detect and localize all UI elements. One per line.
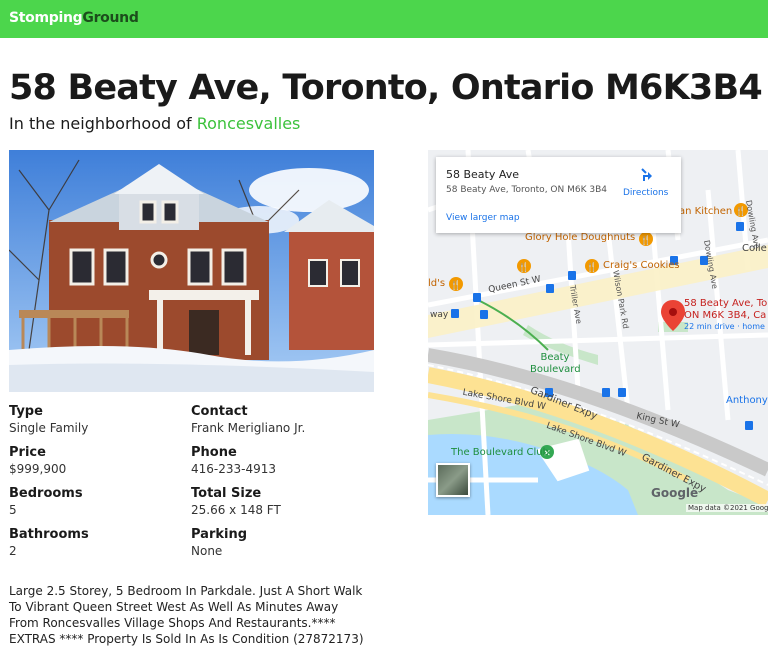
fact-value: Single Family [9, 421, 89, 435]
property-description: Large 2.5 Storey, 5 Bedroom In Parkdale.… [9, 584, 364, 646]
map-label-olds: ld's [428, 278, 446, 289]
fact-label: Bedrooms [9, 486, 83, 501]
map-label-kitchen: an Kitchen [679, 206, 733, 217]
fact-value: 2 [9, 544, 17, 558]
svg-text:🍴: 🍴 [450, 279, 461, 291]
brand-primary: Stomping [9, 10, 83, 26]
page-title: 58 Beaty Ave, Toronto, Ontario M6K3B4 [9, 68, 763, 108]
fork-knife-icon[interactable]: 🍴 [517, 259, 531, 273]
neighborhood-line: In the neighborhood of Roncesvalles [9, 114, 300, 133]
fact-bathrooms: Bathrooms 2 [9, 527, 89, 558]
fact-label: Bathrooms [9, 527, 89, 542]
embedded-map[interactable]: 🍴 🍴 🍴 🍴 🍴 ✕ Glory Hole Doughnuts Craig's… [428, 150, 768, 515]
fact-value: 25.66 x 148 FT [191, 503, 281, 517]
google-logo: Google [651, 486, 699, 500]
fact-value: $999,900 [9, 462, 67, 476]
directions-arrow-icon[interactable] [640, 167, 656, 183]
map-label-marker-line2: ON M6K 3B4, Ca [684, 310, 767, 321]
fact-bedrooms: Bedrooms 5 [9, 486, 83, 517]
svg-text:🍴: 🍴 [640, 234, 651, 246]
map-info-card: 58 Beaty Ave 58 Beaty Ave, Toronto, ON M… [436, 157, 681, 233]
fact-total-size: Total Size 25.66 x 148 FT [191, 486, 281, 517]
fact-type: Type Single Family [9, 404, 88, 435]
neighborhood-link[interactable]: Roncesvalles [197, 114, 301, 133]
neighborhood-prefix: In the neighborhood of [9, 114, 197, 133]
fact-value: Frank Merigliano Jr. [191, 421, 306, 435]
fact-contact: Contact Frank Merigliano Jr. [191, 404, 305, 435]
map-label-marker-line1: 58 Beaty Ave, To [684, 298, 768, 309]
property-photo [9, 150, 374, 392]
svg-text:🍴: 🍴 [586, 261, 597, 273]
map-label-boulevard-club: The Boulevard Club [451, 447, 549, 458]
fact-value: 416-233-4913 [191, 462, 277, 476]
satellite-toggle[interactable] [436, 463, 470, 497]
view-larger-map-link[interactable]: View larger map [446, 213, 520, 223]
brand-secondary: Ground [82, 10, 139, 26]
fact-label: Parking [191, 527, 248, 542]
fact-label: Phone [191, 445, 237, 460]
fact-phone: Phone 416-233-4913 [191, 445, 276, 476]
brand-logo[interactable]: StompingGround [9, 10, 139, 26]
fact-price: Price $999,900 [9, 445, 66, 476]
fact-label: Type [9, 404, 43, 419]
fork-knife-icon[interactable]: 🍴 [639, 232, 653, 246]
map-label-way: way [430, 310, 449, 320]
directions-link[interactable]: Directions [623, 188, 668, 198]
map-card-address: 58 Beaty Ave, Toronto, ON M6K 3B4 [446, 185, 607, 195]
fact-value: None [191, 544, 223, 558]
svg-text:🍴: 🍴 [518, 261, 529, 273]
fact-label: Total Size [191, 486, 262, 501]
fact-label: Price [9, 445, 46, 460]
fact-label: Contact [191, 404, 248, 419]
map-card-title: 58 Beaty Ave [446, 168, 520, 181]
map-label-glory-hole: Glory Hole Doughnuts [525, 232, 636, 243]
map-attribution: Map data ©2021 Goog [686, 504, 768, 512]
top-nav-bar: StompingGround [0, 0, 768, 38]
map-label-beaty-blvd: Beaty Boulevard [530, 352, 581, 375]
fork-knife-icon[interactable]: 🍴 [449, 277, 463, 291]
map-label-anthony: Anthony [726, 395, 768, 406]
fact-value: 5 [9, 503, 17, 517]
fork-knife-icon[interactable]: 🍴 [585, 259, 599, 273]
fact-parking: Parking None [191, 527, 247, 558]
map-label-drive-time: 22 min drive · home [684, 322, 765, 331]
